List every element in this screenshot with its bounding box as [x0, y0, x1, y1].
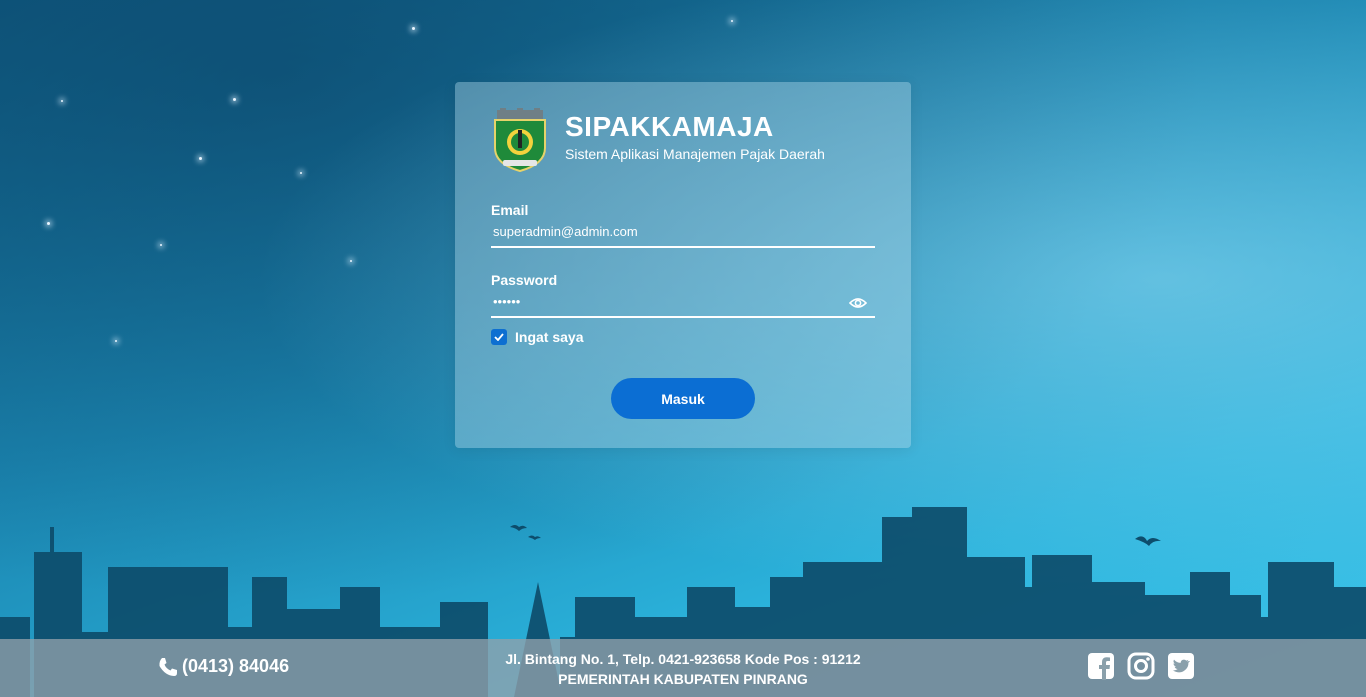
checkmark-icon — [494, 333, 504, 341]
star — [199, 157, 202, 160]
star — [412, 27, 415, 30]
remember-me-label: Ingat saya — [515, 329, 584, 345]
twitter-icon[interactable] — [1167, 652, 1195, 680]
star — [233, 98, 236, 101]
star — [61, 100, 63, 102]
email-input[interactable] — [491, 222, 875, 248]
show-password-eye-icon[interactable] — [849, 296, 867, 310]
star — [115, 340, 117, 342]
star — [731, 20, 733, 22]
facebook-icon[interactable] — [1087, 652, 1115, 680]
app-subtitle: Sistem Aplikasi Manajemen Pajak Daerah — [565, 146, 825, 162]
star — [350, 260, 352, 262]
social-links — [1087, 652, 1207, 680]
footer: (0413) 84046 Jl. Bintang No. 1, Telp. 04… — [0, 639, 1366, 697]
password-label: Password — [491, 272, 558, 288]
password-input[interactable] — [491, 292, 875, 318]
email-label: Email — [491, 202, 529, 218]
login-button[interactable]: Masuk — [611, 378, 755, 419]
checkbox-checked[interactable] — [491, 329, 507, 345]
app-title: SIPAKKAMAJA — [565, 111, 774, 142]
star — [300, 172, 302, 174]
remember-me-checkbox[interactable]: Ingat saya — [491, 329, 583, 345]
password-field-group: Password — [491, 272, 875, 318]
login-card: SIPAKKAMAJA Sistem Aplikasi Manajemen Pa… — [455, 82, 911, 448]
brand-header: SIPAKKAMAJA Sistem Aplikasi Manajemen Pa… — [491, 108, 825, 172]
star — [160, 244, 162, 246]
star — [47, 222, 50, 225]
email-field-group: Email — [491, 202, 875, 248]
instagram-icon[interactable] — [1127, 652, 1155, 680]
regency-emblem-logo — [494, 108, 546, 172]
